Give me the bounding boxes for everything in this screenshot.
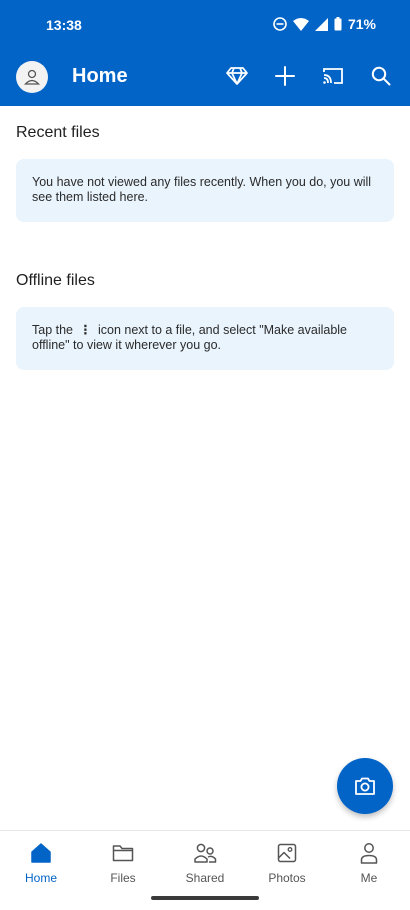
page-title: Home xyxy=(72,65,128,87)
nav-me-label: Me xyxy=(360,871,378,885)
status-time: 13:38 xyxy=(46,17,82,33)
status-icons: 71% xyxy=(273,16,376,32)
folder-icon xyxy=(111,841,135,865)
cast-icon[interactable] xyxy=(321,64,345,88)
battery-percent: 71% xyxy=(347,16,376,32)
camera-scan-button[interactable] xyxy=(337,758,393,814)
nav-home-label: Home xyxy=(24,871,57,885)
photo-icon xyxy=(275,841,299,865)
home-icon xyxy=(29,841,53,865)
camera-icon xyxy=(355,777,375,795)
more-options-icon: ⋮ xyxy=(79,323,92,337)
recent-files-heading: Recent files xyxy=(16,124,100,141)
nav-photos-label: Photos xyxy=(268,871,306,885)
offline-message-start: Tap the xyxy=(32,323,74,337)
wifi-icon xyxy=(292,17,309,31)
premium-diamond-icon[interactable] xyxy=(225,64,249,88)
offline-files-empty-card: Tap the ⋮ icon next to a file, and selec… xyxy=(16,307,394,370)
nav-me[interactable]: Me xyxy=(328,831,410,888)
battery-icon xyxy=(334,17,342,31)
nav-home[interactable]: Home xyxy=(0,831,82,888)
nav-shared[interactable]: Shared xyxy=(164,831,246,888)
avatar[interactable] xyxy=(16,61,48,93)
nav-files-label: Files xyxy=(110,871,136,885)
gesture-home-indicator[interactable] xyxy=(151,896,259,900)
top-bar: 13:38 71% Home xyxy=(0,0,410,106)
add-icon[interactable] xyxy=(273,64,297,88)
person-icon xyxy=(357,841,381,865)
search-icon[interactable] xyxy=(369,64,393,88)
signal-icon xyxy=(314,17,328,31)
recent-files-empty-card: You have not viewed any files recently. … xyxy=(16,159,394,222)
shared-people-icon xyxy=(193,841,217,865)
nav-files[interactable]: Files xyxy=(82,831,164,888)
bottom-navigation: Home Files Shared Photos Me xyxy=(0,830,410,888)
do-not-disturb-icon xyxy=(273,17,287,31)
nav-shared-label: Shared xyxy=(185,871,225,885)
offline-files-heading: Offline files xyxy=(16,272,95,289)
person-icon xyxy=(24,69,40,85)
recent-files-message: You have not viewed any files recently. … xyxy=(32,175,372,204)
nav-photos[interactable]: Photos xyxy=(246,831,328,888)
